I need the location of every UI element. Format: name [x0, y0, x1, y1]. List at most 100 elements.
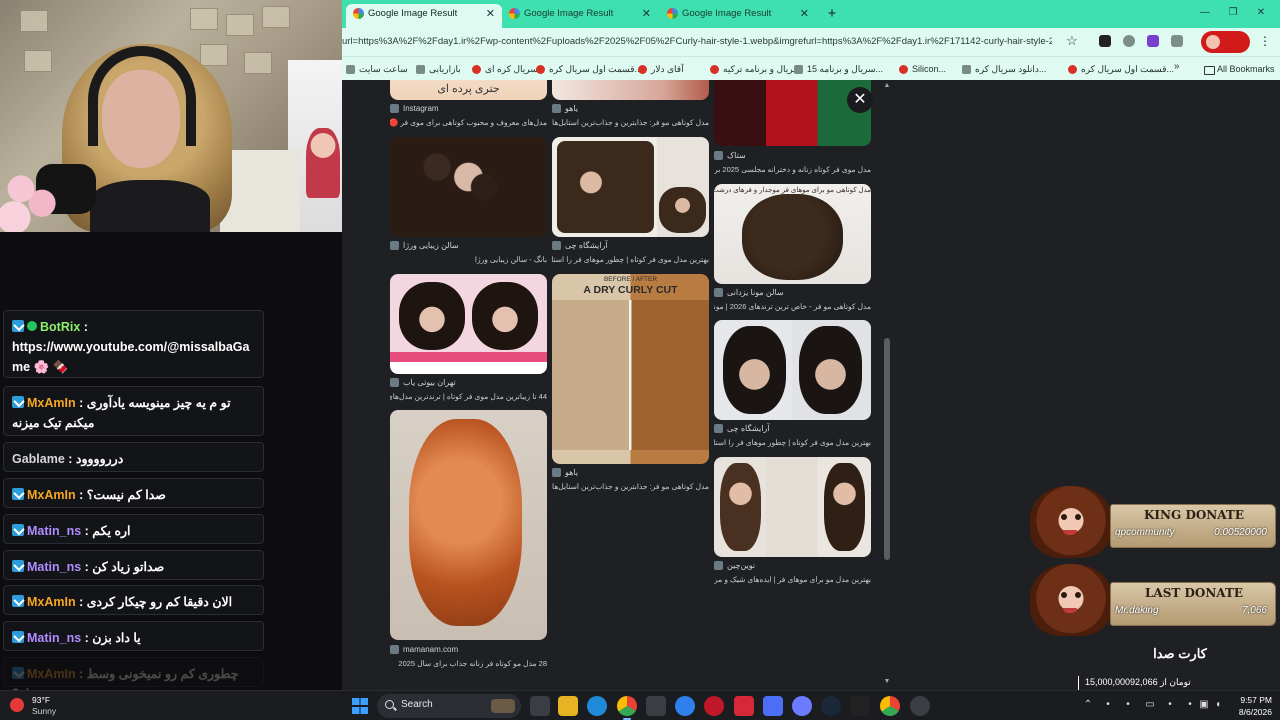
result-source[interactable]: Instagram [390, 103, 439, 114]
tray-icon[interactable]: • [1164, 699, 1176, 711]
maximize-icon[interactable]: ❐ [1226, 6, 1240, 20]
bookmark-item[interactable]: آقای دلار [638, 61, 684, 77]
tab-google-image-result-3[interactable]: Google Image Result ✕ [660, 4, 816, 28]
result-source[interactable]: یاهو [552, 103, 578, 114]
bookmark-item[interactable]: سریال و برنامه ترکیه [710, 61, 801, 77]
result-caption[interactable]: بانگ - سالن زیبایی ورژا [390, 254, 547, 265]
puzzle-icon[interactable] [1171, 35, 1183, 47]
image-result[interactable]: مدل کوتاهی مو برای موهای فر موجدار و فره… [714, 184, 871, 314]
chart-app-icon[interactable] [763, 696, 783, 716]
new-tab-button[interactable]: + [822, 4, 842, 24]
tray-icon[interactable]: • [1184, 699, 1196, 711]
result-caption[interactable]: مدل‌های معروف و محبوب کوتاهی برای موی فر… [390, 117, 547, 128]
result-caption[interactable]: مدل کوتاهی مو فر - خاص ترین ترندهای 2026… [714, 301, 871, 312]
bookmark-item[interactable]: قسمت اول سریال کره... [536, 61, 642, 77]
tray-icon[interactable]: • [1102, 699, 1114, 711]
menu-dots-icon[interactable]: ⋮ [1258, 33, 1272, 49]
result-source[interactable]: آرایشگاه چی [552, 240, 608, 251]
bookmark-item[interactable]: 15 سریال و برنامه... [794, 61, 883, 77]
close-icon[interactable]: ✕ [847, 87, 873, 113]
result-caption[interactable]: 44 تا زیباترین مدل موی فر کوتاه | ترندتر… [390, 391, 547, 402]
tab-google-image-result-2[interactable]: Google Image Result ✕ [502, 4, 658, 28]
result-source[interactable]: سالن مونا یزدانی [714, 287, 784, 298]
steam-icon[interactable] [821, 696, 841, 716]
app-icon[interactable] [792, 696, 812, 716]
bookmark-star-icon[interactable]: ☆ [1064, 33, 1080, 49]
extension-icon[interactable] [1147, 35, 1159, 47]
weather-widget[interactable]: 93°F Sunny [10, 694, 70, 718]
chrome-icon[interactable] [880, 696, 900, 716]
tab-google-image-result-1[interactable]: Google Image Result ✕ [346, 4, 502, 28]
result-thumbnail[interactable]: مدل کوتاهی مو برای موهای فر موجدار و فره… [714, 184, 871, 284]
windows-start-icon[interactable] [352, 698, 368, 714]
close-tab-icon[interactable]: ✕ [800, 4, 809, 24]
close-tab-icon[interactable]: ✕ [486, 4, 495, 24]
obs-icon[interactable] [910, 696, 930, 716]
image-result[interactable]: آرایشگاه چی بهترین مدل موی فر کوتاه | چط… [714, 320, 871, 450]
chevron-right-icon[interactable]: » [1174, 61, 1180, 72]
result-thumbnail[interactable] [714, 457, 871, 557]
bookmark-item[interactable]: ساعت سایت [346, 61, 408, 77]
bookmark-item[interactable]: بازاریابی [416, 61, 461, 77]
result-source[interactable]: نوین‌چین [714, 560, 755, 571]
extension-icon[interactable] [1099, 35, 1111, 47]
keyboard-icon[interactable]: ▭ [1144, 699, 1156, 711]
close-window-icon[interactable]: ✕ [1254, 6, 1268, 20]
result-thumbnail[interactable]: BEFORE / AFTER A DRY CURLY CUT [552, 274, 709, 464]
image-result[interactable]: نوین‌چین بهترین مدل مو برای موهای فر | ا… [714, 457, 871, 587]
app-icon[interactable] [734, 696, 754, 716]
result-caption[interactable]: مدل کوتاهی مو فر: جذابترین و جذاب‌ترین ا… [552, 481, 709, 492]
minimize-icon[interactable]: — [1198, 6, 1212, 20]
bookmark-item[interactable]: قسمت اول سریال کره... [1068, 61, 1174, 77]
result-source[interactable]: یاهو [552, 467, 578, 478]
result-source[interactable]: mamanam.com [390, 644, 458, 655]
image-result[interactable]: یاهو مدل کوتاهی مو فر: جذابترین و جذاب‌ت… [552, 80, 709, 132]
app-icon[interactable] [704, 696, 724, 716]
scroll-up-icon[interactable]: ▲ [883, 82, 891, 89]
result-thumbnail[interactable] [390, 410, 547, 640]
image-result[interactable]: آرایشگاه چی بهترین مدل موی فر کوتاه | چط… [552, 137, 709, 267]
image-result[interactable]: BEFORE / AFTER A DRY CURLY CUT یاهو مدل … [552, 274, 709, 496]
image-result[interactable]: جتری پرده ای Instagram مدل‌های معروف و م… [390, 80, 547, 132]
image-result[interactable]: mamanam.com 28 مدل مو کوتاه فر زنانه جذا… [390, 410, 547, 672]
chevron-up-icon[interactable]: ⌃ [1082, 699, 1094, 711]
result-caption[interactable]: بهترین مدل موی فر کوتاه | چطور موهای فر … [714, 437, 871, 448]
bookmark-item[interactable]: دانلود سریال کره... [962, 61, 1046, 77]
result-thumbnail[interactable] [714, 80, 871, 146]
all-bookmarks[interactable]: All Bookmarks [1204, 61, 1275, 77]
shield-icon[interactable] [1123, 35, 1135, 47]
result-caption[interactable]: 28 مدل مو کوتاه فر زنانه جذاب برای سال 2… [390, 658, 547, 669]
url-field[interactable]: url=https%3A%2F%2Fday1.ir%2Fwp-content%2… [342, 34, 1052, 50]
task-view-icon[interactable] [530, 696, 550, 716]
result-caption[interactable]: مدل کوتاهی مو فر: جذابترین و جذاب‌ترین ا… [552, 117, 709, 128]
result-thumbnail[interactable] [714, 320, 871, 420]
app-icon[interactable] [675, 696, 695, 716]
store-icon[interactable] [646, 696, 666, 716]
close-tab-icon[interactable]: ✕ [642, 4, 651, 24]
network-icon[interactable]: ▣ [1198, 699, 1210, 711]
image-result[interactable]: تهران بیوتی یاب 44 تا زیباترین مدل موی ف… [390, 274, 547, 404]
result-caption[interactable]: مدل موی فر کوتاه زنانه و دخترانه مجلسی 2… [714, 164, 871, 175]
bookmark-item[interactable]: Silicon... [899, 61, 946, 77]
result-thumbnail[interactable] [552, 80, 709, 100]
result-source[interactable]: سالن زیبایی ورژا [390, 240, 459, 251]
scroll-down-icon[interactable]: ▼ [883, 678, 891, 685]
result-thumbnail[interactable]: جتری پرده ای [390, 80, 547, 100]
edge-icon[interactable] [587, 696, 607, 716]
result-caption[interactable]: بهترین مدل موی فر کوتاه | چطور موهای فر … [552, 254, 709, 265]
scrollbar[interactable]: ▲ ▼ [883, 80, 891, 690]
volume-icon[interactable]: ◖ [1212, 699, 1224, 711]
scrollbar-thumb[interactable] [884, 338, 890, 560]
image-result[interactable]: سالن زیبایی ورژا بانگ - سالن زیبایی ورژا [390, 137, 547, 267]
result-caption[interactable]: بهترین مدل مو برای موهای فر | ایده‌های ش… [714, 574, 871, 585]
taskbar-search[interactable]: Search [377, 694, 521, 718]
result-source[interactable]: تهران بیوتی یاب [390, 377, 456, 388]
result-thumbnail[interactable] [552, 137, 709, 237]
profile-avatar[interactable] [1201, 31, 1250, 53]
result-source[interactable]: آرایشگاه چی [714, 423, 770, 434]
app-icon[interactable] [850, 696, 870, 716]
chrome-icon[interactable] [617, 696, 637, 720]
result-thumbnail[interactable] [390, 137, 547, 237]
file-explorer-icon[interactable] [558, 696, 578, 716]
system-clock[interactable]: 9:57 PM 8/6/2026 [1224, 694, 1272, 718]
